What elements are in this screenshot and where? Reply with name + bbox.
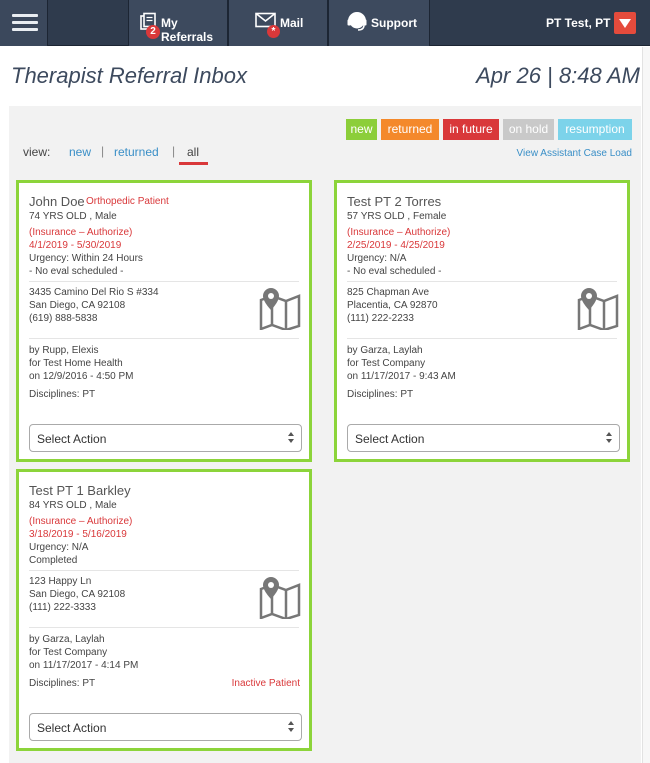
view-assistant-case-load-link[interactable]: View Assistant Case Load [517, 148, 632, 159]
referred-by: by Rupp, Elexis [29, 345, 99, 356]
address-line-1: 123 Happy Ln [29, 576, 92, 587]
divider [29, 281, 299, 282]
address-line-2: San Diego, CA 92108 [29, 300, 126, 311]
referral-card: Test PT 2 Torres 57 YRS OLD , Female (In… [334, 180, 630, 462]
patient-name[interactable]: Test PT 2 Torres [347, 194, 441, 209]
eval-status: - No eval scheduled - [347, 266, 442, 277]
referral-card: Test PT 1 Barkley 84 YRS OLD , Male (Ins… [16, 469, 312, 751]
referral-dates: 4/1/2019 - 5/30/2019 [29, 240, 122, 251]
legend-returned: returned [381, 119, 439, 140]
divider [347, 338, 617, 339]
view-filter-returned[interactable]: returned [114, 145, 159, 159]
scrollbar[interactable] [642, 47, 650, 763]
referral-card: John Doe Orthopedic Patient 74 YRS OLD ,… [16, 180, 312, 462]
hamburger-icon[interactable] [0, 0, 48, 46]
map-icon[interactable] [258, 286, 302, 330]
address-line-1: 825 Chapman Ave [347, 287, 430, 298]
view-separator: | [172, 144, 176, 158]
patient-tag: Orthopedic Patient [86, 196, 169, 207]
select-action-dropdown[interactable]: Select Action [29, 424, 302, 452]
clock-display: Apr 26 | 8:48 AM [476, 63, 640, 88]
referred-by: by Garza, Laylah [347, 345, 423, 356]
select-arrows-icon [288, 720, 295, 734]
phone: (111) 222-2233 [347, 313, 414, 324]
tab-support-label: Support [371, 16, 417, 30]
disciplines: Disciplines: PT [29, 678, 96, 689]
referred-for: for Test Company [347, 358, 426, 369]
phone: (111) 222-3333 [29, 602, 96, 613]
top-nav-bar: 2 My Referrals * Mail Support PT Test, P… [0, 0, 650, 46]
patient-name[interactable]: John Doe [29, 194, 85, 209]
legend-new: new [346, 119, 377, 140]
urgency: Urgency: N/A [29, 542, 89, 553]
disciplines: Disciplines: PT [347, 389, 414, 400]
divider [29, 570, 299, 571]
divider [29, 627, 299, 628]
select-action-dropdown[interactable]: Select Action [347, 424, 620, 452]
urgency: Urgency: N/A [347, 253, 407, 264]
select-action-value: Select Action [355, 432, 425, 446]
select-action-value: Select Action [37, 432, 107, 446]
urgency: Urgency: Within 24 Hours [29, 253, 143, 264]
referral-dates: 2/25/2019 - 4/25/2019 [347, 240, 445, 251]
referred-on: on 11/17/2017 - 4:14 PM [29, 660, 139, 671]
divider [29, 338, 299, 339]
referrals-badge: 2 [146, 25, 160, 39]
legend-in-future: in future [443, 119, 499, 140]
age-gender: 57 YRS OLD , Female [347, 211, 447, 222]
view-filter-new[interactable]: new [69, 145, 91, 159]
referred-on: on 11/17/2017 - 9:43 AM [347, 371, 456, 382]
age-gender: 84 YRS OLD , Male [29, 500, 117, 511]
address-line-2: Placentia, CA 92870 [347, 300, 438, 311]
select-arrows-icon [606, 431, 613, 445]
eval-status: - No eval scheduled - [29, 266, 124, 277]
user-name[interactable]: PT Test, PT [546, 16, 610, 30]
tab-support[interactable]: Support [328, 0, 430, 46]
referred-on: on 12/9/2016 - 4:50 PM [29, 371, 134, 382]
select-action-dropdown[interactable]: Select Action [29, 713, 302, 741]
insurance-status: (Insurance – Authorize) [347, 227, 451, 238]
tab-my-referrals-label: My Referrals [161, 16, 214, 44]
view-label: view: [23, 145, 51, 159]
mail-badge: * [267, 25, 280, 38]
map-icon[interactable] [576, 286, 620, 330]
caret-down-icon[interactable] [614, 12, 636, 34]
insurance-status: (Insurance – Authorize) [29, 227, 133, 238]
referred-for: for Test Home Health [29, 358, 123, 369]
view-filter-all[interactable]: all [187, 145, 199, 159]
age-gender: 74 YRS OLD , Male [29, 211, 117, 222]
legend-on-hold: on hold [503, 119, 554, 140]
eval-status: Completed [29, 555, 78, 566]
legend-resumption: resumption [558, 119, 632, 140]
divider [347, 281, 617, 282]
tab-mail[interactable]: * Mail [228, 0, 328, 46]
view-separator: | [101, 144, 105, 158]
address-line-1: 3435 Camino Del Rio S #334 [29, 287, 159, 298]
insurance-status: (Insurance – Authorize) [29, 516, 133, 527]
support-icon [347, 12, 367, 31]
selected-filter-underline [179, 162, 208, 165]
patient-name[interactable]: Test PT 1 Barkley [29, 483, 131, 498]
referral-dates: 3/18/2019 - 5/16/2019 [29, 529, 127, 540]
referred-for: for Test Company [29, 647, 108, 658]
inactive-patient-label: Inactive Patient [231, 678, 300, 689]
select-action-value: Select Action [37, 721, 107, 735]
referred-by: by Garza, Laylah [29, 634, 105, 645]
phone: (619) 888-5838 [29, 313, 98, 324]
map-icon[interactable] [258, 575, 302, 619]
select-arrows-icon [288, 431, 295, 445]
tab-my-referrals[interactable]: 2 My Referrals [128, 0, 228, 46]
page-title: Therapist Referral Inbox [11, 63, 247, 88]
tab-mail-label: Mail [280, 16, 304, 30]
disciplines: Disciplines: PT [29, 389, 96, 400]
address-line-2: San Diego, CA 92108 [29, 589, 126, 600]
